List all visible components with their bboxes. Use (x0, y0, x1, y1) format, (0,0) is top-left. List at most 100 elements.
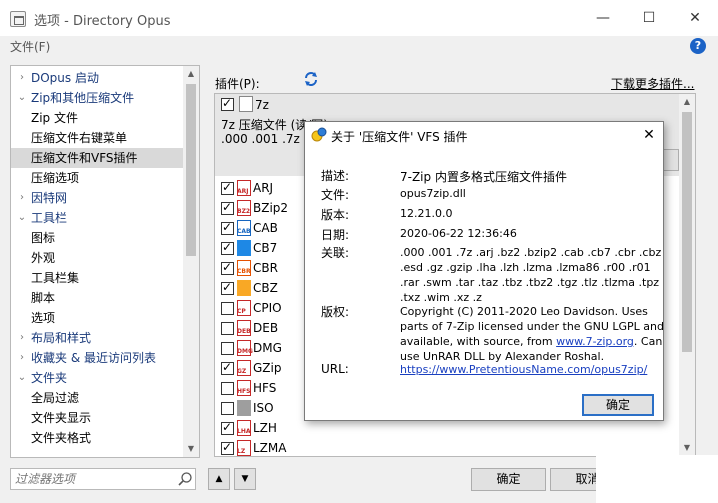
tree-item[interactable]: ⌄ 文件夹 (11, 368, 183, 388)
chevron-down-icon[interactable]: ⌄ (17, 368, 27, 388)
dialog-ok-button[interactable]: 确定 (582, 394, 654, 416)
plugin-7z-checkbox[interactable] (221, 96, 234, 111)
tree-item[interactable]: 图标 (11, 228, 183, 248)
minimize-button[interactable]: — (580, 0, 626, 36)
copyright-line: parts of 7-Zip licensed under the GNU LG… (400, 320, 664, 333)
copyright-text: available, with source, from (400, 335, 557, 348)
window-title: 选项 - Directory Opus (34, 14, 171, 29)
plugin-checkbox[interactable] (221, 342, 234, 355)
chevron-down-icon[interactable]: ⌄ (17, 88, 27, 108)
plugin-checkbox[interactable] (221, 322, 234, 335)
ok-button[interactable]: 确定 (471, 468, 546, 491)
associations-label: 关联: (321, 246, 350, 260)
archive-file-icon (237, 240, 251, 256)
plugin-list-scrollbar[interactable]: ▲ ▼ (679, 94, 695, 456)
archive-tag: CBR (237, 268, 251, 275)
plugin-name: HFS (253, 381, 277, 395)
chevron-right-icon[interactable]: › (17, 68, 27, 88)
tree-item[interactable]: 选项 (11, 308, 183, 328)
plugin-checkbox[interactable] (221, 402, 234, 415)
tree-item[interactable]: 压缩选项 (11, 168, 183, 188)
plugin-checkbox[interactable] (221, 302, 234, 315)
tree-item[interactable]: 脚本 (11, 288, 183, 308)
assoc-line: .esd .gz .gzip .lha .lzh .lzma .lzma86 .… (400, 261, 651, 274)
dialog-close-icon[interactable]: ✕ (635, 122, 663, 148)
url-label: URL: (321, 362, 349, 376)
archive-tag: CP (237, 308, 246, 315)
corner-overlay (596, 455, 718, 503)
tree-item[interactable]: 压缩文件右键菜单 (11, 128, 183, 148)
plugin-row[interactable]: LHALZH (215, 418, 679, 438)
tree-item[interactable]: ⌄ 工具栏 (11, 208, 183, 228)
plugin-icon (311, 127, 327, 142)
scroll-up-icon[interactable]: ▲ (183, 66, 199, 82)
refresh-icon[interactable] (303, 71, 319, 87)
tree-item[interactable]: 文件夹格式 (11, 428, 183, 448)
chevron-right-icon[interactable]: › (17, 328, 27, 348)
version-label: 版本: (321, 208, 350, 222)
filter-box[interactable] (10, 468, 196, 490)
plugin-checkbox[interactable] (221, 280, 234, 295)
plugin-checkbox[interactable] (221, 260, 234, 275)
search-icon[interactable] (177, 471, 193, 487)
tree-item[interactable]: Zip 文件 (11, 108, 183, 128)
7zip-link[interactable]: www.7-zip.org (556, 335, 634, 348)
chevron-right-icon[interactable]: › (17, 348, 27, 368)
filter-input[interactable] (15, 471, 175, 487)
tree-item-label: 文件夹格式 (31, 431, 92, 445)
tree-item[interactable]: › 因特网 (11, 188, 183, 208)
archive-file-icon: DMG (237, 340, 253, 356)
scroll-thumb[interactable] (186, 84, 196, 256)
plugin-name: CB7 (253, 241, 278, 255)
tree-item[interactable]: › 收藏夹 & 最近访问列表 (11, 348, 183, 368)
url-link[interactable]: https://www.PretentiousName.com/opus7zip… (400, 363, 647, 376)
plugin-checkbox[interactable] (221, 382, 234, 395)
scroll-up-icon[interactable]: ▲ (679, 94, 695, 110)
tree-item[interactable]: › DOpus 启动 (11, 68, 183, 88)
file-icon (239, 96, 253, 112)
version-value: 12.21.0.0 (400, 207, 453, 220)
associations-value: .000 .001 .7z .arj .bz2 .bzip2 .cab .cb7… (400, 245, 661, 305)
tree-scrollbar[interactable]: ▲ ▼ (183, 66, 199, 457)
plugin-name: ISO (253, 401, 274, 415)
move-down-button[interactable]: ▼ (234, 468, 256, 490)
tree-item[interactable]: 文件夹显示 (11, 408, 183, 428)
scroll-down-icon[interactable]: ▼ (679, 440, 695, 456)
tree-item-label: 布局和样式 (31, 331, 92, 345)
plugin-name: CBZ (253, 281, 278, 295)
chevron-down-icon[interactable]: ⌄ (17, 208, 27, 228)
plugin-checkbox[interactable] (221, 180, 234, 195)
tree-item[interactable]: › 布局和样式 (11, 328, 183, 348)
plugin-name: DEB (253, 321, 279, 335)
plugin-7z-name: 7z (255, 98, 269, 112)
plugin-checkbox[interactable] (221, 200, 234, 215)
chevron-right-icon[interactable]: › (17, 188, 27, 208)
tree-item-label: 脚本 (31, 291, 56, 305)
scroll-thumb[interactable] (682, 112, 692, 352)
app-icon (10, 11, 26, 27)
dialog-title-bar: 关于 '压缩文件' VFS 插件 ✕ (305, 122, 663, 148)
tree-item[interactable]: 外观 (11, 248, 183, 268)
tree-item[interactable]: 全局过滤 (11, 388, 183, 408)
archive-file-icon: CBR (237, 260, 251, 276)
plugin-name: LZH (253, 421, 277, 435)
close-button[interactable]: ✕ (672, 0, 718, 36)
move-up-button[interactable]: ▲ (208, 468, 230, 490)
plugin-checkbox[interactable] (221, 440, 234, 455)
plugin-checkbox[interactable] (221, 240, 234, 255)
tree-item[interactable]: 工具栏集 (11, 268, 183, 288)
menu-file[interactable]: 文件(F) (10, 38, 50, 55)
tree-item-label: DOpus 启动 (31, 71, 99, 85)
download-more-plugins-link[interactable]: 下载更多插件... (611, 75, 694, 92)
plugin-name: LZMA (253, 441, 287, 455)
maximize-button[interactable]: ☐ (626, 0, 672, 36)
scroll-down-icon[interactable]: ▼ (183, 441, 199, 457)
plugin-checkbox[interactable] (221, 220, 234, 235)
plugin-checkbox[interactable] (221, 420, 234, 435)
tree-item[interactable]: 压缩文件和VFS插件 (11, 148, 183, 168)
help-icon[interactable]: ? (690, 38, 706, 54)
tree-item[interactable]: ⌄ Zip和其他压缩文件 (11, 88, 183, 108)
archive-tag: DMG (237, 348, 253, 355)
plugin-checkbox[interactable] (221, 360, 234, 375)
tree-item-label: 图标 (31, 231, 56, 245)
